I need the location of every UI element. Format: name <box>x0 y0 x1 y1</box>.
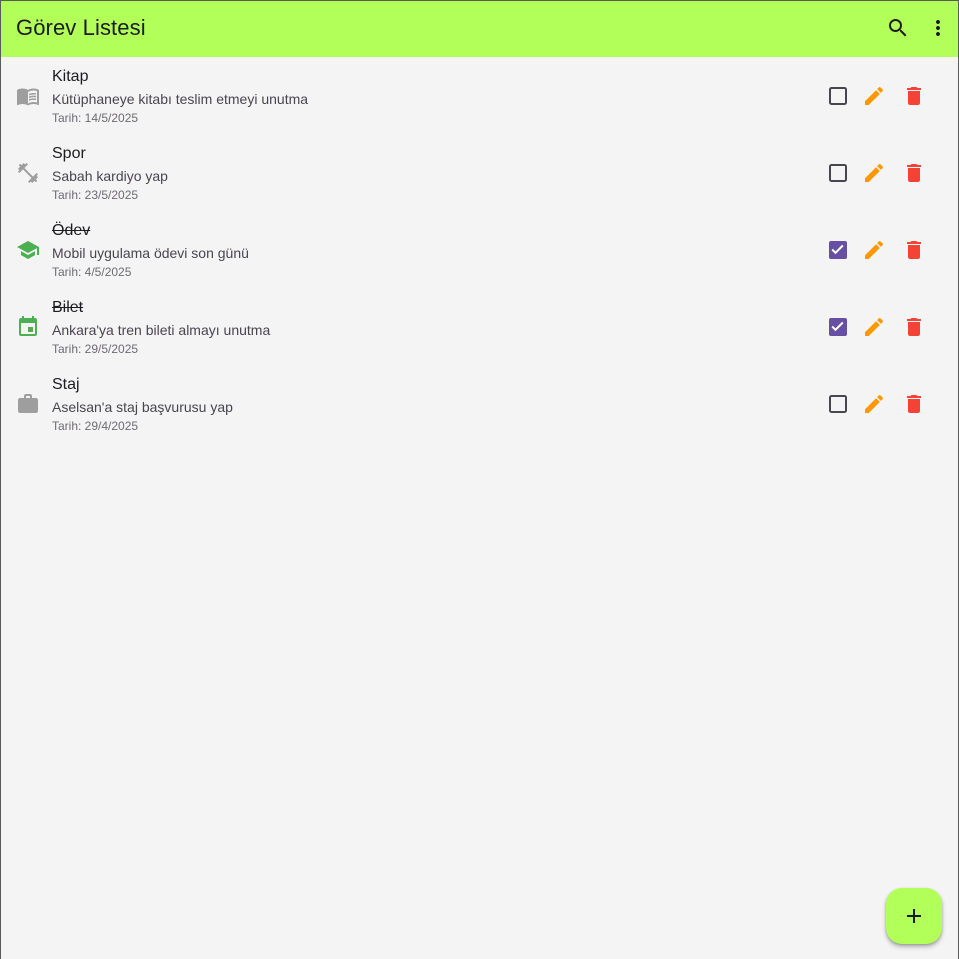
task-title: Staj <box>52 376 80 393</box>
briefcase-icon <box>16 392 40 416</box>
task-checkbox[interactable] <box>826 238 850 262</box>
task-checkbox[interactable] <box>826 84 850 108</box>
task-row: Bilet Ankara'ya tren bileti almayı unutma… <box>0 288 959 365</box>
search-icon <box>889 19 907 37</box>
delete-button[interactable] <box>902 238 926 262</box>
checkbox-empty-icon <box>829 395 847 413</box>
delete-icon <box>907 87 921 105</box>
task-date: Tarih: 14/5/2025 <box>52 111 139 125</box>
edit-icon <box>865 240 884 259</box>
delete-icon <box>907 395 921 413</box>
delete-icon <box>907 164 921 182</box>
checkbox-checked-icon <box>829 318 847 336</box>
task-date: Tarih: 29/5/2025 <box>52 342 139 356</box>
edit-button[interactable] <box>862 161 886 185</box>
delete-icon <box>907 241 921 259</box>
calendar-icon <box>16 315 40 339</box>
task-checkbox[interactable] <box>826 161 850 185</box>
edit-icon <box>865 394 884 413</box>
task-description: Mobil uygulama ödevi son günü <box>52 245 249 261</box>
task-row: Staj Aselsan'a staj başvurusu yap Tarih: 2… <box>0 365 959 442</box>
task-checkbox[interactable] <box>826 392 850 416</box>
checkbox-empty-icon <box>829 87 847 105</box>
task-description: Sabah kardiyo yap <box>52 168 168 184</box>
task-description: Aselsan'a staj başvurusu yap <box>52 399 233 415</box>
search-button[interactable] <box>878 8 918 48</box>
task-date: Tarih: 23/5/2025 <box>52 188 139 202</box>
task-row: Kitap Kütüphaneye kitabı teslim etmeyi un… <box>0 57 959 134</box>
book-icon <box>16 84 40 108</box>
edit-button[interactable] <box>862 84 886 108</box>
task-title: Spor <box>52 145 86 162</box>
delete-button[interactable] <box>902 315 926 339</box>
dumbbell-icon <box>16 161 40 185</box>
delete-icon <box>907 318 921 336</box>
edit-icon <box>865 86 884 105</box>
edit-icon <box>865 317 884 336</box>
edit-button[interactable] <box>862 392 886 416</box>
task-title: Bilet <box>52 299 84 316</box>
task-title: Kitap <box>52 68 89 85</box>
task-title: Ödev <box>52 222 91 239</box>
task-description: Ankara'ya tren bileti almayı unutma <box>52 322 271 338</box>
add-icon <box>907 909 921 923</box>
task-date: Tarih: 29/4/2025 <box>52 419 139 433</box>
task-checkbox[interactable] <box>826 315 850 339</box>
page-title: Görev Listesi <box>16 15 146 40</box>
add-task-button[interactable] <box>886 888 942 944</box>
delete-button[interactable] <box>902 161 926 185</box>
edit-button[interactable] <box>862 238 886 262</box>
more-options-button[interactable] <box>918 8 958 48</box>
task-row: Ödev Mobil uygulama ödevi son günü Tarih: … <box>0 211 959 288</box>
delete-button[interactable] <box>902 84 926 108</box>
task-date: Tarih: 4/5/2025 <box>52 265 132 279</box>
checkbox-empty-icon <box>829 164 847 182</box>
task-description: Kütüphaneye kitabı teslim etmeyi unutma <box>52 91 309 107</box>
edit-icon <box>865 163 884 182</box>
app-bar: Görev Listesi <box>0 0 959 57</box>
checkbox-checked-icon <box>829 241 847 259</box>
school-icon <box>16 238 40 262</box>
task-row: Spor Sabah kardiyo yap Tarih: 23/5/2025 <box>0 134 959 211</box>
edit-button[interactable] <box>862 315 886 339</box>
delete-button[interactable] <box>902 392 926 416</box>
more-vert-icon <box>936 20 940 36</box>
